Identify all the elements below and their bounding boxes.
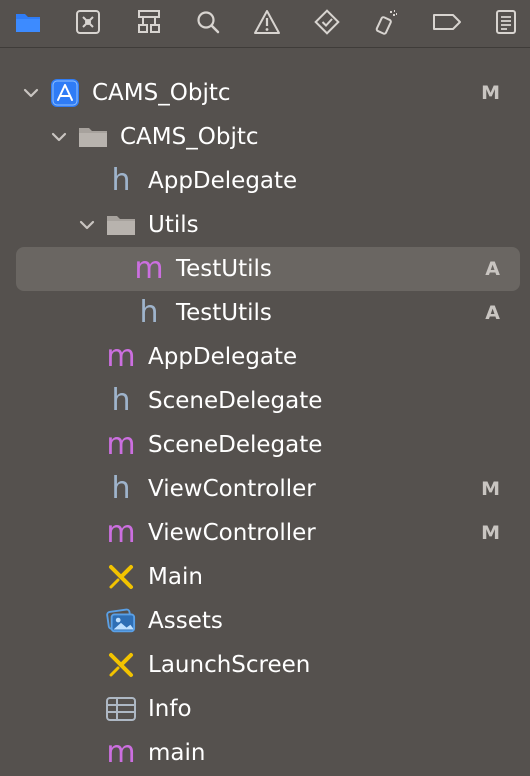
xcode-project-icon [50, 78, 80, 108]
tree-row-file[interactable]: h TestUtils A [0, 291, 530, 335]
file-label: Info [148, 696, 192, 722]
tree-row-file[interactable]: m SceneDelegate [0, 423, 530, 467]
tree-row-file-selected[interactable]: m TestUtils A [0, 247, 530, 291]
toolbar-divider [0, 47, 530, 48]
header-file-icon: h [106, 474, 136, 504]
navigator-toolbar [0, 0, 530, 44]
status-badge: A [485, 302, 500, 324]
hierarchy-icon[interactable] [133, 6, 165, 38]
implementation-file-icon: m [134, 254, 164, 284]
header-glyph: h [111, 163, 131, 198]
source-control-icon[interactable] [72, 6, 104, 38]
header-file-icon: h [106, 166, 136, 196]
implementation-file-icon: m [106, 738, 136, 768]
implementation-file-icon: m [106, 342, 136, 372]
file-label: main [148, 740, 206, 766]
file-label: AppDelegate [148, 344, 298, 370]
project-label: CAMS_Objtc [92, 80, 231, 106]
debug-spray-icon[interactable] [371, 6, 403, 38]
header-glyph: h [139, 295, 159, 330]
tree-row-file[interactable]: m AppDelegate [0, 335, 530, 379]
folder-icon [78, 122, 108, 152]
file-label: LaunchScreen [148, 652, 311, 678]
header-file-icon: h [134, 298, 164, 328]
plist-table-icon [106, 694, 136, 724]
file-label: AppDelegate [148, 168, 298, 194]
storyboard-icon [106, 650, 136, 680]
tree-row-file[interactable]: Assets [0, 599, 530, 643]
asset-catalog-icon [106, 606, 136, 636]
report-list-icon[interactable] [490, 6, 522, 38]
status-badge: M [481, 522, 500, 544]
implementation-glyph: m [106, 339, 136, 374]
implementation-glyph: m [134, 251, 164, 286]
file-label: SceneDelegate [148, 388, 323, 414]
tree-row-file[interactable]: m main [0, 731, 530, 775]
file-label: TestUtils [176, 256, 272, 282]
tree-row-file[interactable]: Main [0, 555, 530, 599]
tree-row-folder-utils[interactable]: Utils [0, 203, 530, 247]
header-glyph: h [111, 471, 131, 506]
breakpoint-tag-icon[interactable] [431, 6, 463, 38]
chevron-down-icon[interactable] [78, 216, 96, 234]
test-diamond-icon[interactable] [311, 6, 343, 38]
tree-row-file[interactable]: h ViewController M [0, 467, 530, 511]
tree-row-file[interactable]: m ViewController M [0, 511, 530, 555]
header-glyph: h [111, 383, 131, 418]
implementation-glyph: m [106, 735, 136, 770]
folder-label: Utils [148, 212, 199, 238]
tree-row-project[interactable]: CAMS_Objtc M [0, 71, 530, 115]
implementation-file-icon: m [106, 518, 136, 548]
tree-row-file[interactable]: h SceneDelegate [0, 379, 530, 423]
tree-row-file[interactable]: Info [0, 687, 530, 731]
file-label: TestUtils [176, 300, 272, 326]
status-badge: M [481, 478, 500, 500]
tree-row-file[interactable]: h AppDelegate [0, 159, 530, 203]
implementation-glyph: m [106, 515, 136, 550]
file-label: Main [148, 564, 203, 590]
file-label: ViewController [148, 476, 316, 502]
file-label: SceneDelegate [148, 432, 323, 458]
tree-row-file[interactable]: LaunchScreen [0, 643, 530, 687]
implementation-glyph: m [106, 427, 136, 462]
tree-row-group[interactable]: CAMS_Objtc [0, 115, 530, 159]
search-icon[interactable] [192, 6, 224, 38]
storyboard-icon [106, 562, 136, 592]
chevron-down-icon[interactable] [22, 84, 40, 102]
group-label: CAMS_Objtc [120, 124, 259, 150]
warning-icon[interactable] [251, 6, 283, 38]
folder-icon[interactable] [12, 6, 44, 38]
status-badge: M [481, 82, 500, 104]
folder-icon [106, 210, 136, 240]
header-file-icon: h [106, 386, 136, 416]
implementation-file-icon: m [106, 430, 136, 460]
chevron-down-icon[interactable] [50, 128, 68, 146]
file-label: Assets [148, 608, 223, 634]
file-label: ViewController [148, 520, 316, 546]
status-badge: A [485, 258, 500, 280]
